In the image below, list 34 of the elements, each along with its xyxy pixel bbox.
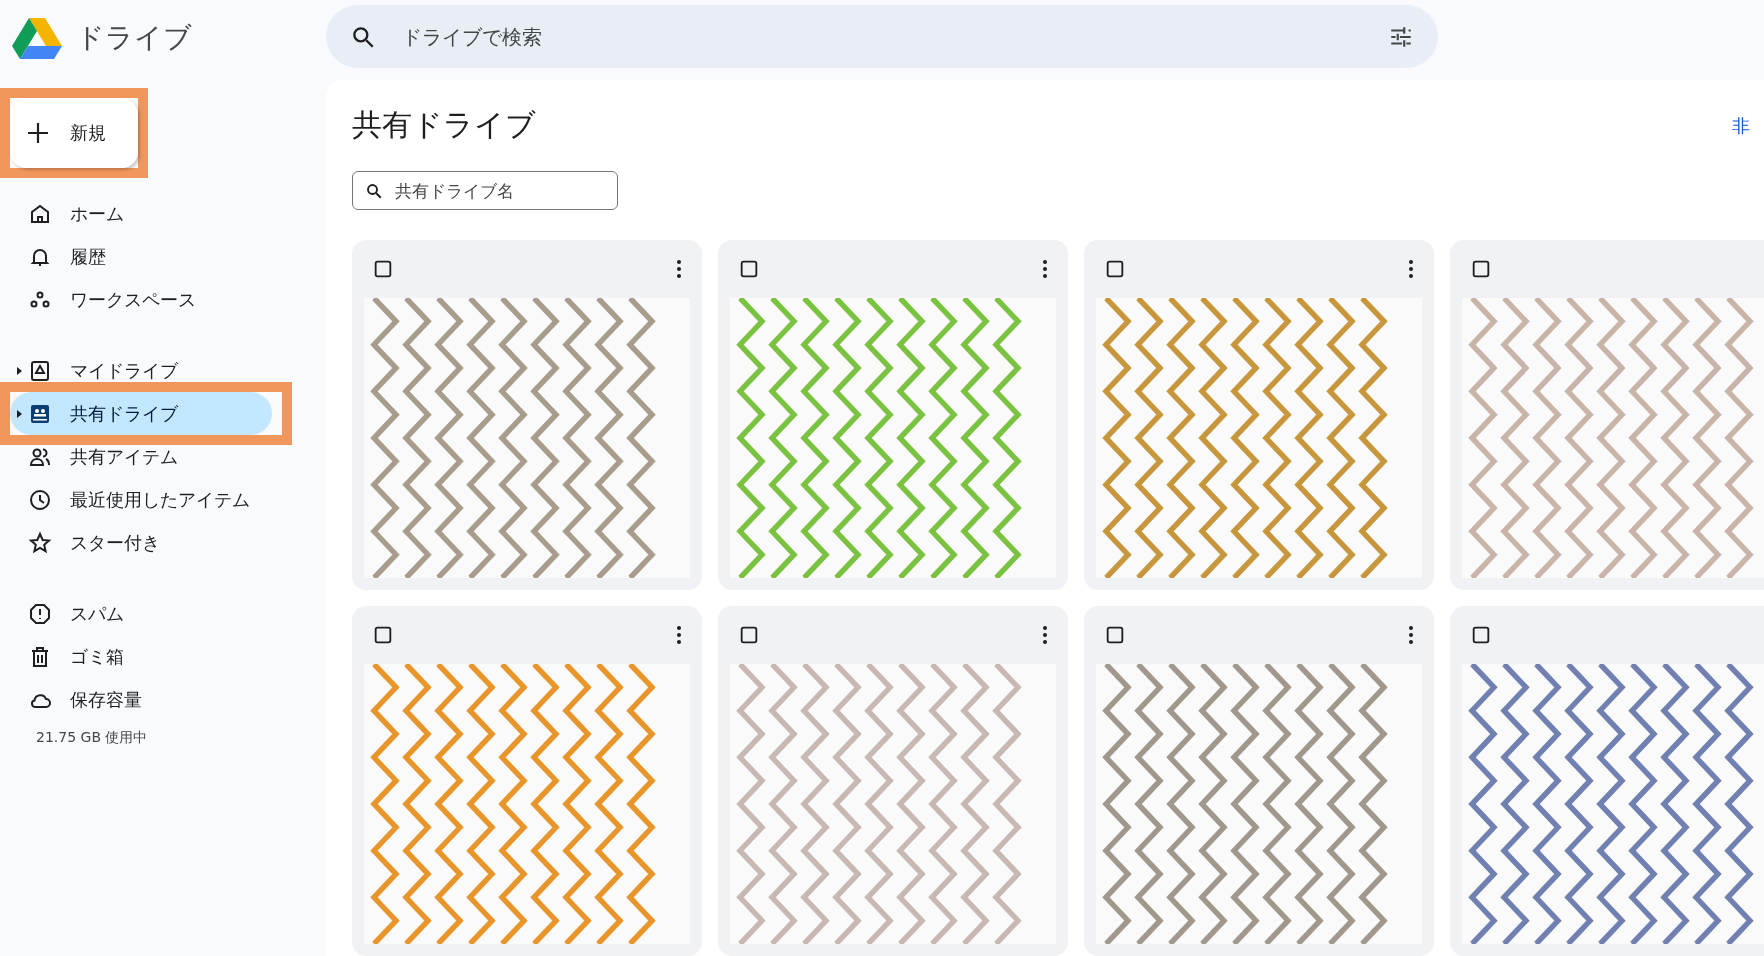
nav-item[interactable]: マイドライブ — [10, 349, 270, 392]
nav-item[interactable]: ワークスペース — [10, 278, 270, 321]
page-title: 共有ドライブ — [352, 106, 536, 145]
search-bar[interactable]: ドライブで検索 — [326, 5, 1438, 68]
more-icon[interactable] — [1408, 259, 1414, 279]
nav-item[interactable]: ホーム — [10, 192, 270, 235]
app-title: ドライブ — [76, 20, 192, 56]
more-icon[interactable] — [676, 259, 682, 279]
nav-item[interactable]: スパム — [10, 592, 270, 635]
more-icon[interactable] — [1408, 625, 1414, 645]
alert-icon — [28, 601, 52, 626]
nav-item[interactable]: 最近使用したアイテム — [10, 478, 270, 521]
nav-item[interactable]: 共有アイテム — [10, 435, 270, 478]
nav-item[interactable]: 保存容量 — [10, 678, 270, 721]
shared-drive-card[interactable] — [1450, 606, 1764, 956]
more-icon[interactable] — [1042, 259, 1048, 279]
clock-icon — [28, 487, 52, 512]
nav-item[interactable]: ゴミ箱 — [10, 635, 270, 678]
search-icon — [365, 181, 383, 200]
nav-item[interactable]: スター付き — [10, 521, 270, 564]
more-icon[interactable] — [676, 625, 682, 645]
storage-usage: 21.75 GB 使用中 — [35, 729, 149, 747]
caret-icon[interactable] — [16, 365, 24, 376]
nav-item[interactable]: 共有ドライブ — [10, 392, 272, 435]
hide-link[interactable]: 非 — [1732, 113, 1750, 138]
plus-icon — [26, 121, 50, 145]
new-button[interactable]: 新規 — [10, 98, 138, 168]
nav-item[interactable]: 履歴 — [10, 235, 270, 278]
search-input[interactable]: ドライブで検索 — [400, 23, 1364, 50]
more-icon[interactable] — [1042, 625, 1048, 645]
caret-icon[interactable] — [16, 408, 24, 419]
drive-name-filter[interactable]: 共有ドライブ名 — [352, 171, 618, 210]
star-icon — [28, 530, 52, 555]
drive-logo — [12, 16, 62, 60]
